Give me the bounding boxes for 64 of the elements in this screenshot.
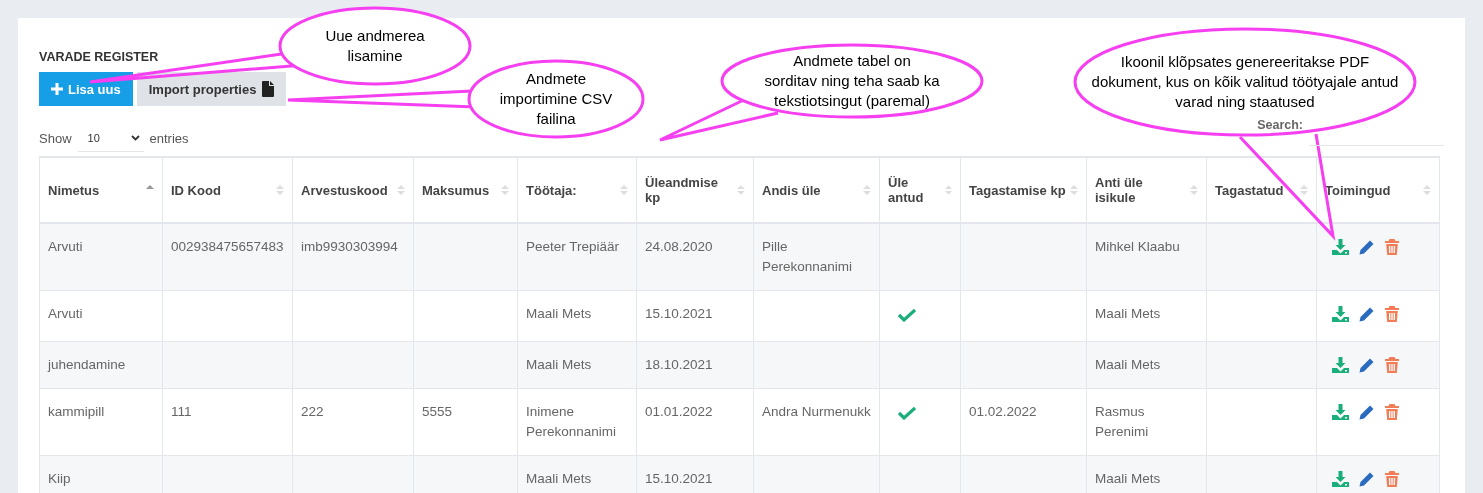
table-cell: Arvuti (39, 223, 163, 291)
import-button[interactable]: Import properties (136, 72, 287, 106)
table-cell: 002938475657483 (162, 223, 293, 291)
table-cell: 222 (292, 388, 414, 456)
table-cell: Maali Mets (1086, 290, 1207, 342)
pencil-icon[interactable] (1359, 306, 1375, 322)
pencil-icon[interactable] (1359, 357, 1375, 373)
trash-icon[interactable] (1385, 404, 1399, 420)
sort-icon[interactable] (620, 184, 628, 196)
sort-icon[interactable] (863, 184, 871, 196)
table-cell: Andra Nurmenukk (753, 388, 880, 456)
sort-icon[interactable] (737, 184, 745, 196)
sort-icon[interactable] (397, 184, 405, 196)
table-cell: 5555 (413, 388, 518, 456)
sort-icon[interactable] (1423, 184, 1431, 196)
sort-icon[interactable] (1070, 184, 1078, 196)
callout-text: Uue andmerea lisamine (325, 26, 425, 66)
pencil-icon[interactable] (1359, 239, 1375, 255)
trash-icon[interactable] (1385, 239, 1399, 255)
sort-icon[interactable] (276, 184, 284, 196)
sort-icon[interactable] (1300, 184, 1308, 196)
pencil-icon[interactable] (1359, 404, 1375, 420)
table-cell: 111 (162, 388, 293, 456)
page-title: VARADE REGISTER (39, 50, 159, 66)
table-cell: Maali Mets (517, 341, 637, 389)
download-icon[interactable] (1332, 471, 1349, 487)
table-cell: Pille Perekonnanimi (753, 223, 880, 291)
table-cell: Rasmus Perenimi (1086, 388, 1207, 456)
callout-text: Andmete tabel on sorditav ning teha saab ka tekstiotsingut (paremal) (764, 51, 940, 111)
download-icon[interactable] (1332, 306, 1349, 322)
table-cell: kammipill (39, 388, 163, 456)
table-cell: Maali Mets (517, 290, 637, 342)
download-icon[interactable] (1332, 357, 1349, 373)
table-cell: 24.08.2020 (636, 223, 754, 291)
table-cell: imb9930303994 (292, 223, 414, 291)
entries-select[interactable]: 10 (77, 124, 144, 152)
table-cell: 18.10.2021 (636, 341, 754, 389)
chevron-down-icon (130, 134, 140, 141)
show-label: Show (39, 130, 72, 146)
sort-icon[interactable] (1190, 184, 1198, 196)
table-cell: 15.10.2021 (636, 290, 754, 342)
entries-label: entries (149, 130, 189, 146)
table-cell: Peeter Trepiäär (517, 223, 637, 291)
sort-icon[interactable] (501, 184, 509, 196)
table-cell: 01.01.2022 (636, 388, 754, 456)
search-label: Search: (1257, 118, 1303, 132)
table-cell: Mihkel Klaabu (1086, 223, 1207, 291)
trash-icon[interactable] (1385, 306, 1399, 322)
callout-text: Ikoonil klõpsates genereeritakse PDF dokument, kus on kõik valitud töötyajale antud varad ning staatused (1091, 52, 1399, 112)
table-cell: Inimene Perekonnanimi (517, 388, 637, 456)
trash-icon[interactable] (1385, 471, 1399, 487)
table-cell: 01.02.2022 (960, 388, 1087, 456)
table-cell: Arvuti (39, 290, 163, 342)
download-icon[interactable] (1332, 404, 1349, 420)
file-icon (262, 81, 275, 97)
sort-icon[interactable] (944, 184, 952, 196)
table-cell: Kiip (39, 455, 163, 493)
plus-icon (51, 83, 63, 95)
pencil-icon[interactable] (1359, 471, 1375, 487)
callout-text: Andmete importimine CSV failina (499, 69, 613, 129)
download-icon[interactable] (1332, 239, 1349, 255)
trash-icon[interactable] (1385, 357, 1399, 373)
table-cell: juhendamine (39, 341, 163, 389)
table-cell: Maali Mets (1086, 341, 1207, 389)
